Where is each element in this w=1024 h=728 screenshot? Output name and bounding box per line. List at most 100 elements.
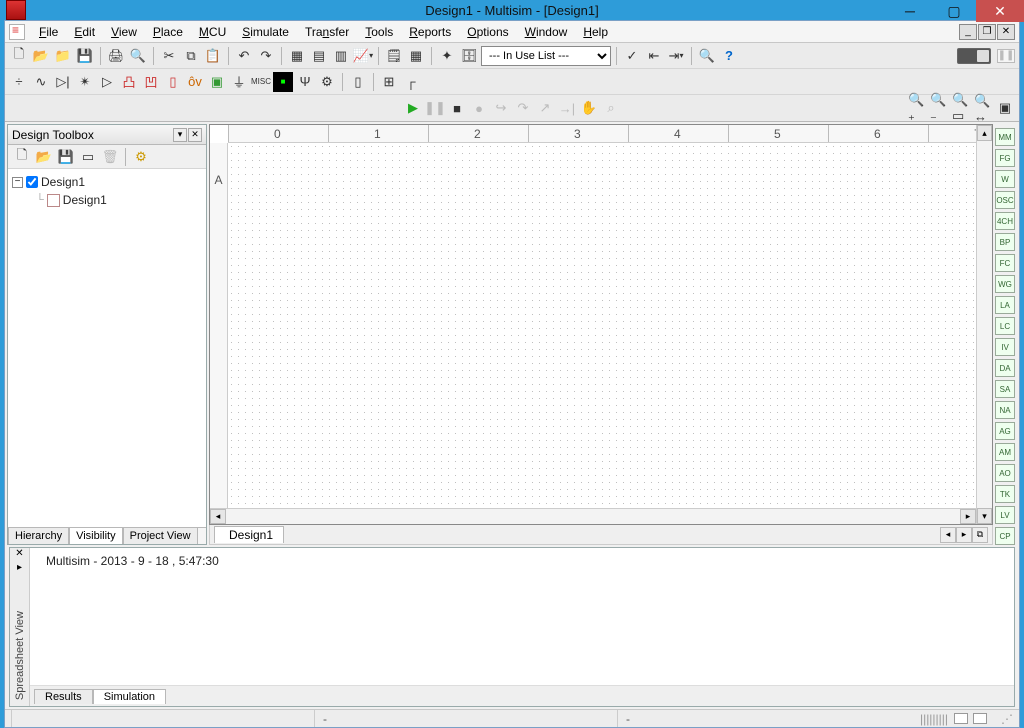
zoom-in-button[interactable]: 🔍₊: [907, 98, 927, 118]
word-gen-button[interactable]: WG: [995, 275, 1015, 293]
menu-reports[interactable]: Reports: [401, 23, 459, 41]
new-sheet-button[interactable]: 🗋: [12, 147, 32, 167]
vertical-scrollbar[interactable]: ▴ ▾: [976, 125, 992, 524]
mdi-restore-button[interactable]: ❐: [978, 24, 996, 40]
toggle-netlist-button[interactable]: ▥: [331, 46, 351, 66]
step-out-button[interactable]: ↗: [535, 98, 555, 118]
stop-button[interactable]: ■: [447, 98, 467, 118]
spreadsheet-pin-button[interactable]: ▸: [17, 562, 22, 573]
menu-tools[interactable]: Tools: [357, 23, 401, 41]
horizontal-scrollbar[interactable]: ◂ ▸: [210, 508, 976, 524]
transistor-bin-button[interactable]: ✴: [75, 72, 95, 92]
menu-place[interactable]: Place: [145, 23, 191, 41]
scroll-up-button[interactable]: ▴: [977, 125, 992, 141]
wattmeter-button[interactable]: W: [995, 170, 1015, 188]
bode-plotter-button[interactable]: BP: [995, 233, 1015, 251]
source-bin-button[interactable]: ÷: [9, 72, 29, 92]
tab-prev-button[interactable]: ◂: [940, 527, 956, 543]
schematic-canvas[interactable]: [228, 143, 976, 508]
expander-icon[interactable]: −: [12, 177, 23, 188]
menu-file[interactable]: File: [31, 23, 66, 41]
page-nav-prev[interactable]: [954, 713, 968, 724]
tree-root-row[interactable]: − Design1: [12, 173, 202, 191]
function-gen-button[interactable]: FG: [995, 149, 1015, 167]
spreadsheet-close-button[interactable]: ✕: [15, 548, 23, 562]
close-button[interactable]: ✕: [976, 0, 1024, 22]
open-sample-button[interactable]: 📁: [53, 46, 73, 66]
hscroll-track[interactable]: [226, 509, 960, 524]
print-button[interactable]: 🖨: [106, 46, 126, 66]
in-use-list-select[interactable]: --- In Use List ---: [481, 46, 611, 66]
labview-button[interactable]: LV: [995, 506, 1015, 524]
misc-bin-button[interactable]: MISC: [251, 72, 271, 92]
mdi-minimize-button[interactable]: _: [959, 24, 977, 40]
tab-next-button[interactable]: ▸: [956, 527, 972, 543]
mcu-bin-button[interactable]: ▯: [348, 72, 368, 92]
misc-digital-bin-button[interactable]: ▯: [163, 72, 183, 92]
component-wizard-button[interactable]: ✦: [437, 46, 457, 66]
menu-view[interactable]: View: [103, 23, 145, 41]
advanced-bin-button[interactable]: ■: [273, 72, 293, 92]
tab-list-button[interactable]: ⧉: [972, 527, 988, 543]
tab-hierarchy[interactable]: Hierarchy: [8, 527, 69, 544]
redo-button[interactable]: ↷: [256, 46, 276, 66]
mixed-bin-button[interactable]: ôv: [185, 72, 205, 92]
copy-button[interactable]: ⧉: [181, 46, 201, 66]
current-probe-button[interactable]: CP: [995, 527, 1015, 545]
back-annotate-button[interactable]: ⇤: [644, 46, 664, 66]
menu-window[interactable]: Window: [517, 23, 576, 41]
panel-dropdown-button[interactable]: ▾: [173, 128, 187, 142]
tab-simulation[interactable]: Simulation: [93, 689, 166, 704]
paste-button[interactable]: 📋: [203, 46, 223, 66]
scroll-down-button[interactable]: ▾: [977, 508, 992, 524]
open-button[interactable]: 📂: [31, 46, 51, 66]
tab-project-view[interactable]: Project View: [123, 527, 198, 544]
menu-mcu[interactable]: MCU: [191, 23, 234, 41]
distortion-button[interactable]: DA: [995, 359, 1015, 377]
multimeter-button[interactable]: MM: [995, 128, 1015, 146]
menu-edit[interactable]: Edit: [66, 23, 103, 41]
scroll-right-button[interactable]: ▸: [960, 509, 976, 524]
full-screen-button[interactable]: ▣: [995, 98, 1015, 118]
panel-close-button[interactable]: ✕: [188, 128, 202, 142]
vscroll-track[interactable]: [977, 141, 992, 508]
agilent-scope-button[interactable]: AO: [995, 464, 1015, 482]
rf-bin-button[interactable]: Ψ: [295, 72, 315, 92]
delete-button[interactable]: 🗑: [100, 147, 120, 167]
bus-bin-button[interactable]: ┌: [401, 72, 421, 92]
pause-button[interactable]: ❚❚: [425, 98, 445, 118]
post-proc-button[interactable]: 🗒: [384, 46, 404, 66]
project-settings-button[interactable]: ⚙: [131, 147, 151, 167]
tab-results[interactable]: Results: [34, 689, 93, 704]
agilent-mm-button[interactable]: AM: [995, 443, 1015, 461]
simulation-power-switch[interactable]: [957, 48, 991, 64]
schematic-tab-design1[interactable]: Design1: [214, 526, 284, 543]
save-design-button[interactable]: 💾: [56, 147, 76, 167]
mdi-close-button[interactable]: ✕: [997, 24, 1015, 40]
tree-child-row[interactable]: └ Design1: [12, 191, 202, 209]
ttl-bin-button[interactable]: 凸: [119, 72, 139, 92]
rename-button[interactable]: ▭: [78, 147, 98, 167]
power-bin-button[interactable]: ⏚: [229, 72, 249, 92]
erc-button[interactable]: ✓: [622, 46, 642, 66]
iv-analyzer-button[interactable]: IV: [995, 338, 1015, 356]
maximize-button[interactable]: ▢: [932, 0, 976, 22]
hierarchy-bin-button[interactable]: ⊞: [379, 72, 399, 92]
logic-converter-button[interactable]: LC: [995, 317, 1015, 335]
minimize-button[interactable]: ─: [888, 0, 932, 22]
page-nav-next[interactable]: [973, 713, 987, 724]
indicator-bin-button[interactable]: ▣: [207, 72, 227, 92]
database-manager-button[interactable]: 🗄: [459, 46, 479, 66]
design-checkbox[interactable]: [26, 176, 38, 188]
diode-bin-button[interactable]: ▷|: [53, 72, 73, 92]
zoom-fit-button[interactable]: 🔍↔: [973, 98, 993, 118]
step-into-button[interactable]: ↪: [491, 98, 511, 118]
oscilloscope-button[interactable]: OSC: [995, 191, 1015, 209]
toggle-grid-button[interactable]: ▦: [287, 46, 307, 66]
zoom-out-button[interactable]: 🔍₋: [929, 98, 949, 118]
pan-button[interactable]: ✋: [579, 98, 599, 118]
run-button[interactable]: ▶: [403, 98, 423, 118]
toggle-spreadsheet-button[interactable]: ▤: [309, 46, 329, 66]
print-preview-button[interactable]: 🔍: [128, 46, 148, 66]
agilent-fg-button[interactable]: AG: [995, 422, 1015, 440]
